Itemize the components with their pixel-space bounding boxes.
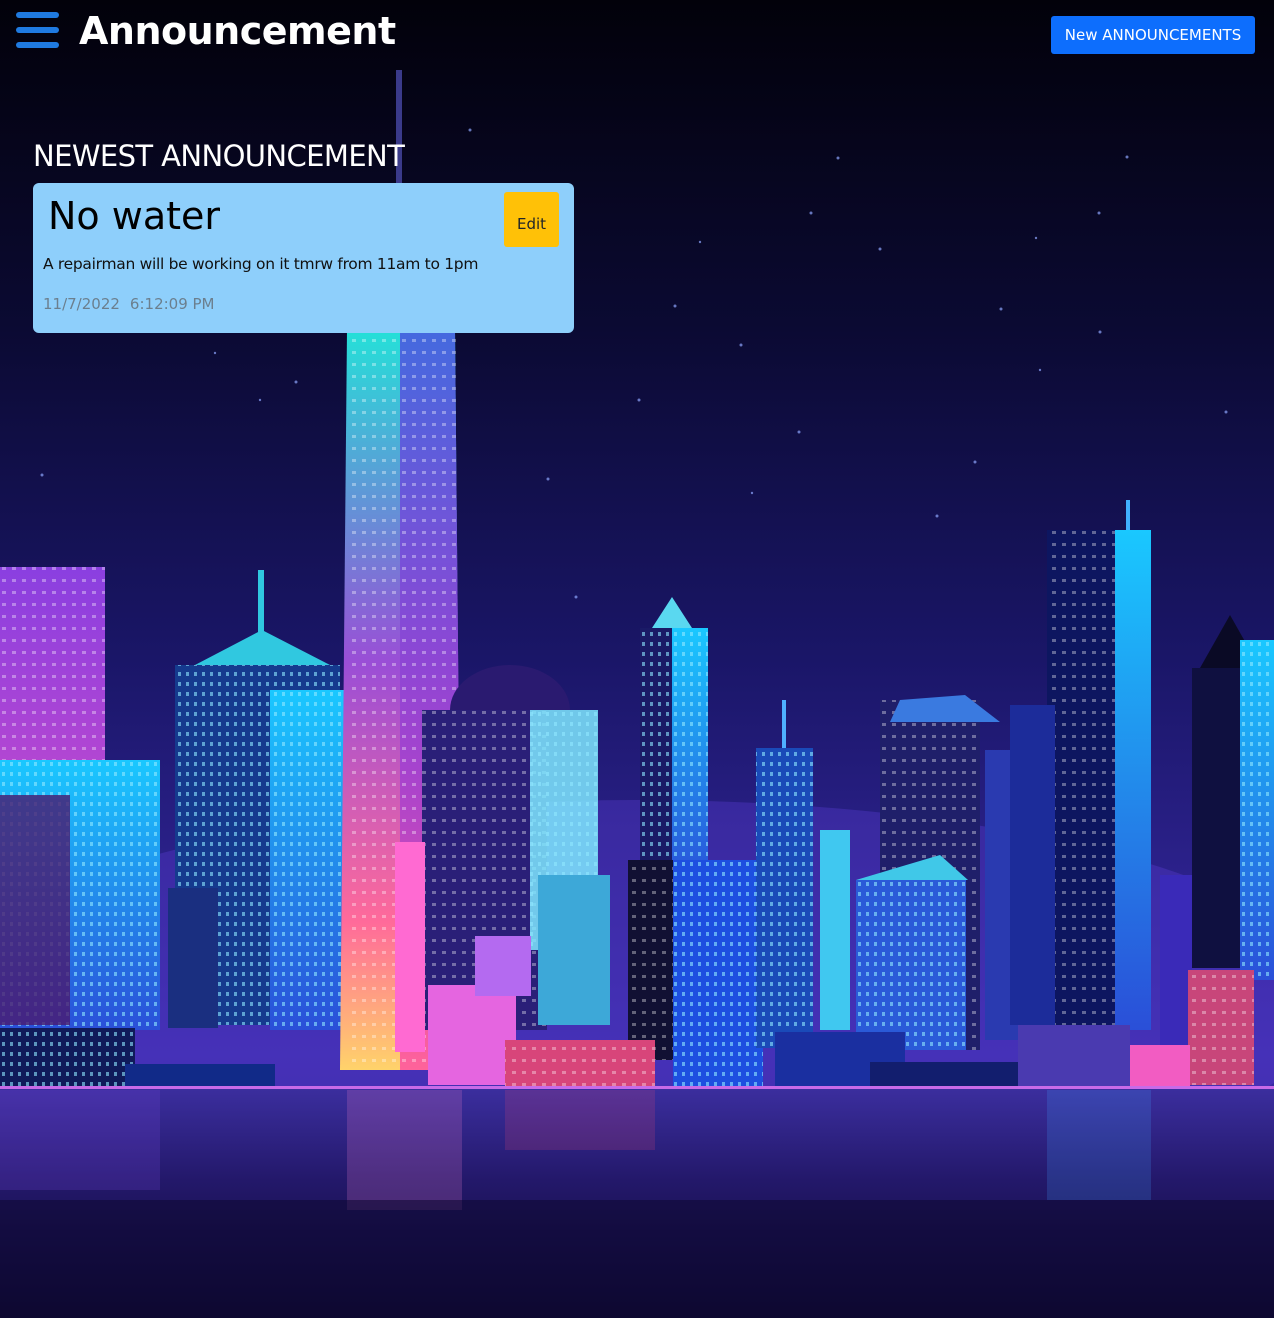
announcement-title: No water [48, 194, 221, 238]
announcement-timestamp: 11/7/2022 6:12:09 PM [43, 293, 215, 315]
announcement-date: 11/7/2022 [43, 295, 120, 313]
announcement-card: No water Edit A repairman will be workin… [33, 183, 574, 333]
newest-announcement-heading: NEWEST ANNOUNCEMENT [33, 139, 405, 173]
announcement-time: 6:12:09 PM [129, 295, 215, 313]
top-navbar: Announcement New ANNOUNCEMENTS [0, 0, 1274, 70]
announcement-body: A repairman will be working on it tmrw f… [43, 255, 479, 273]
hamburger-menu-icon[interactable] [16, 12, 60, 50]
edit-button[interactable]: Edit [504, 192, 559, 247]
new-announcements-button[interactable]: New ANNOUNCEMENTS [1051, 16, 1255, 54]
app-title: Announcement [79, 9, 396, 53]
